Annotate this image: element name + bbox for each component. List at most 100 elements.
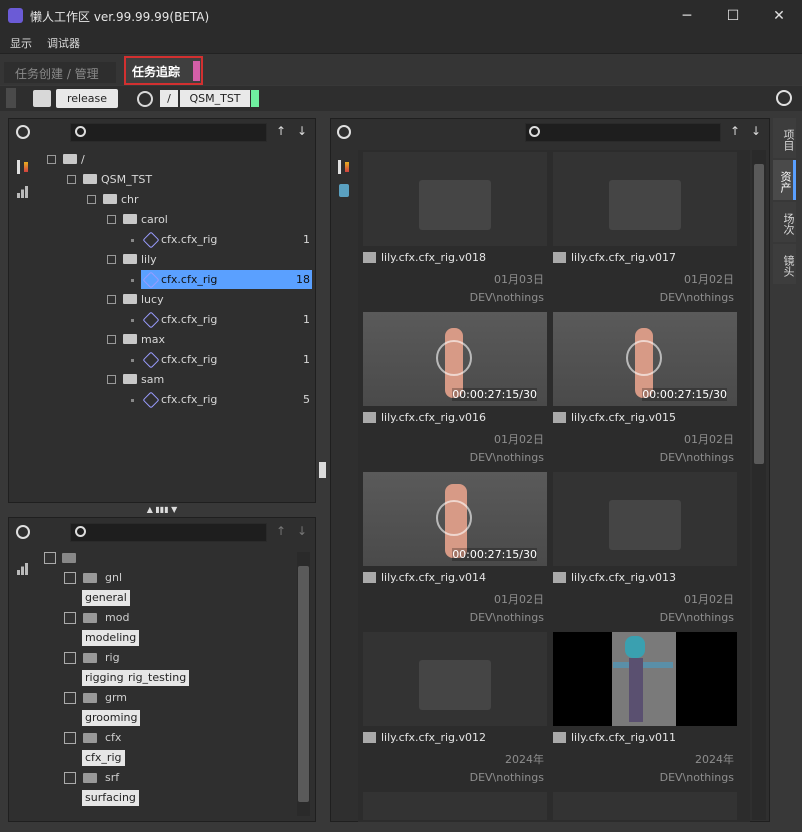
asset-card[interactable]: lily.cfx.cfx_rig.v017 01月02日 DEV\nothing… bbox=[553, 152, 737, 304]
tree-bullet bbox=[131, 279, 134, 282]
asset-name: lily.cfx.cfx_rig.v017 bbox=[571, 251, 677, 264]
path-root-button[interactable]: / bbox=[160, 90, 178, 107]
step-checkbox[interactable] bbox=[64, 652, 76, 664]
tree-node-lily[interactable]: lily bbox=[40, 250, 312, 270]
asset-card[interactable]: lily.cfx.cfx_rig.v011 2024年 DEV\nothings bbox=[553, 632, 737, 784]
sync-icon[interactable] bbox=[137, 91, 153, 107]
step-tag[interactable]: rig_testing bbox=[125, 670, 190, 686]
play-icon[interactable] bbox=[436, 340, 472, 376]
stats-icon[interactable] bbox=[17, 563, 29, 575]
asset-user: DEV\nothings bbox=[469, 291, 544, 304]
tree-leaf-sam-rig[interactable]: cfx.cfx_rig 5 bbox=[40, 390, 312, 410]
step-label: gnl bbox=[105, 571, 123, 584]
asset-card[interactable]: lily.cfx.cfx_rig.v013 01月02日 DEV\nothing… bbox=[553, 472, 737, 624]
side-tab-sequence[interactable]: 场次 bbox=[773, 202, 796, 242]
arrow-down-icon[interactable]: ↓ bbox=[296, 124, 308, 138]
side-tab-asset[interactable]: 资产 bbox=[773, 160, 796, 200]
maximize-button[interactable]: ☐ bbox=[710, 0, 756, 31]
asset-card[interactable]: lily.cfx.cfx_rig.v018 01月03日 DEV\nothing… bbox=[363, 152, 547, 304]
step-tag[interactable]: modeling bbox=[82, 630, 140, 646]
asset-card[interactable]: lily.cfx.cfx_rig.v012 2024年 DEV\nothings bbox=[363, 632, 547, 784]
path-project-button[interactable]: QSM_TST bbox=[180, 90, 250, 107]
step-scrollbar[interactable] bbox=[297, 552, 310, 816]
tree-node-chr[interactable]: chr bbox=[40, 190, 312, 210]
asset-card[interactable]: 00:00:27:15/30 lily.cfx.cfx_rig.v015 01月… bbox=[553, 312, 737, 464]
play-icon[interactable] bbox=[626, 340, 662, 376]
version-file-icon bbox=[553, 732, 566, 743]
refresh-icon[interactable] bbox=[16, 525, 30, 539]
step-tag[interactable]: rigging bbox=[82, 670, 127, 686]
refresh-icon[interactable] bbox=[16, 125, 30, 139]
step-checkbox[interactable] bbox=[64, 612, 76, 624]
step-checkbox[interactable] bbox=[64, 572, 76, 584]
tree-node-carol[interactable]: carol bbox=[40, 210, 312, 230]
tree-node-lucy[interactable]: lucy bbox=[40, 290, 312, 310]
side-tab-project[interactable]: 项目 bbox=[773, 118, 796, 158]
asset-thumbnail: 00:00:27:15/30 bbox=[363, 472, 547, 566]
vertical-splitter-handle[interactable] bbox=[319, 440, 326, 500]
tree-node-root[interactable]: / bbox=[40, 150, 312, 170]
scrollbar-thumb[interactable] bbox=[754, 164, 764, 464]
arrow-down-icon[interactable]: ↓ bbox=[750, 124, 762, 138]
play-icon[interactable] bbox=[436, 500, 472, 536]
version-file-icon bbox=[363, 412, 376, 423]
asset-card[interactable]: 00:00:27:15/30 lily.cfx.cfx_rig.v016 01月… bbox=[363, 312, 547, 464]
step-search-input[interactable] bbox=[70, 523, 267, 542]
refresh-icon[interactable] bbox=[337, 125, 351, 139]
tree-node-sam[interactable]: sam bbox=[40, 370, 312, 390]
arrow-up-icon[interactable]: ↑ bbox=[275, 524, 287, 538]
stats-icon[interactable] bbox=[17, 186, 29, 198]
step-tag[interactable]: surfacing bbox=[82, 790, 139, 806]
collapse-toggle[interactable] bbox=[67, 175, 76, 184]
arrow-up-icon[interactable]: ↑ bbox=[729, 124, 741, 138]
release-button[interactable]: release bbox=[56, 89, 118, 108]
step-label: srf bbox=[105, 771, 120, 784]
arrow-up-icon[interactable]: ↑ bbox=[275, 124, 287, 138]
tree-leaf-max-rig[interactable]: cfx.cfx_rig 1 bbox=[40, 350, 312, 370]
menu-display[interactable]: 显示 bbox=[10, 35, 32, 51]
collapse-toggle[interactable] bbox=[107, 375, 116, 384]
scrollbar-thumb[interactable] bbox=[298, 566, 309, 802]
history-icon[interactable] bbox=[776, 90, 792, 106]
close-button[interactable]: ✕ bbox=[756, 0, 802, 31]
tree-search-input[interactable] bbox=[70, 123, 267, 142]
tree-node-project[interactable]: QSM_TST bbox=[40, 170, 312, 190]
swap-icon[interactable] bbox=[33, 90, 51, 107]
asset-scrollbar[interactable] bbox=[752, 150, 766, 820]
minimize-button[interactable]: ─ bbox=[664, 0, 710, 31]
view-mode-icon[interactable] bbox=[339, 184, 349, 197]
step-tag[interactable]: cfx_rig bbox=[82, 750, 125, 766]
image-placeholder-icon bbox=[419, 180, 491, 230]
step-checkbox[interactable] bbox=[64, 732, 76, 744]
tab-task-track[interactable]: 任务追踪 bbox=[124, 56, 203, 85]
tree-leaf-lily-rig[interactable]: cfx.cfx_rig 18 bbox=[40, 270, 312, 290]
folder-icon bbox=[123, 374, 137, 384]
side-tab-shot[interactable]: 镜头 bbox=[773, 244, 796, 284]
tab-task-create[interactable]: 任务创建 / 管理 bbox=[4, 62, 116, 83]
sort-icon[interactable] bbox=[17, 160, 29, 174]
splitter-handle[interactable]: ▲ ▮▮▮ ▼ bbox=[130, 506, 194, 514]
tree-leaf-lucy-rig[interactable]: cfx.cfx_rig 1 bbox=[40, 310, 312, 330]
collapse-toggle[interactable] bbox=[107, 215, 116, 224]
step-tag[interactable]: grooming bbox=[82, 710, 141, 726]
select-all-checkbox[interactable] bbox=[44, 552, 56, 564]
step-checkbox[interactable] bbox=[64, 772, 76, 784]
sort-icon[interactable] bbox=[338, 160, 350, 174]
collapse-toggle[interactable] bbox=[47, 155, 56, 164]
toolbar-expand-handle[interactable] bbox=[6, 88, 16, 108]
asset-search-input[interactable] bbox=[525, 123, 721, 142]
tree-node-max[interactable]: max bbox=[40, 330, 312, 350]
arrow-down-icon[interactable]: ↓ bbox=[296, 524, 308, 538]
collapse-toggle[interactable] bbox=[107, 255, 116, 264]
collapse-toggle[interactable] bbox=[107, 335, 116, 344]
collapse-toggle[interactable] bbox=[107, 295, 116, 304]
asset-card[interactable]: 00:00:27:15/30 lily.cfx.cfx_rig.v014 01月… bbox=[363, 472, 547, 624]
folder-icon bbox=[63, 154, 77, 164]
step-tag[interactable]: general bbox=[82, 590, 130, 606]
version-file-icon bbox=[363, 572, 376, 583]
collapse-toggle[interactable] bbox=[87, 195, 96, 204]
image-placeholder-icon bbox=[419, 660, 491, 710]
step-checkbox[interactable] bbox=[64, 692, 76, 704]
menu-debugger[interactable]: 调试器 bbox=[47, 35, 80, 51]
tree-leaf-carol-rig[interactable]: cfx.cfx_rig 1 bbox=[40, 230, 312, 250]
